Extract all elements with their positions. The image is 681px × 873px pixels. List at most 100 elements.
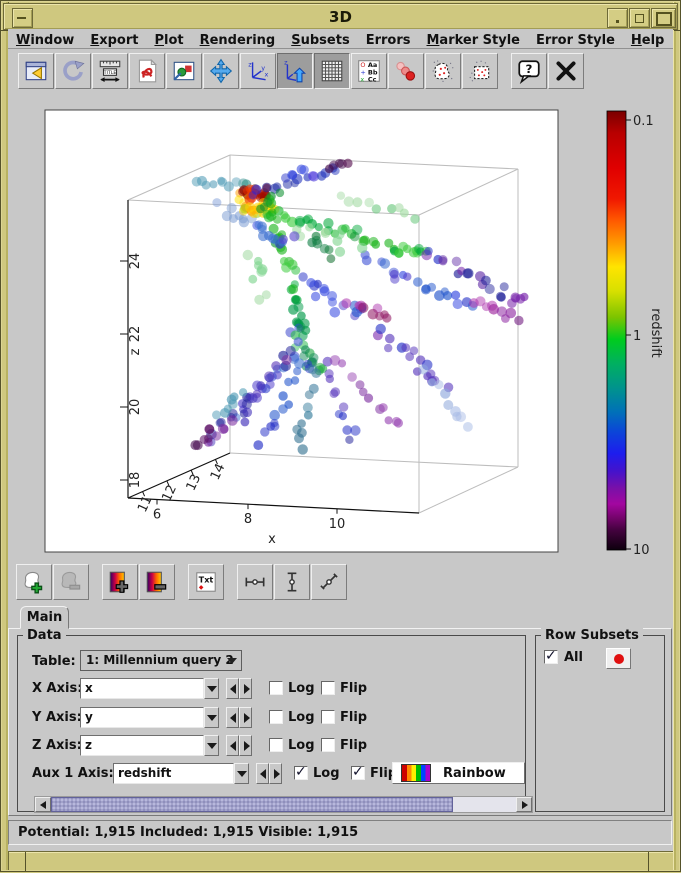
ruler-title-icon: TITLE (97, 58, 123, 84)
aux1-axis-flip-checkbox[interactable] (351, 766, 365, 780)
plot-panel: 6810x18202224z111213140.1110redshift (8, 95, 673, 560)
menu-plot[interactable]: Plot (146, 32, 191, 48)
z-errors-button[interactable] (311, 564, 347, 600)
blob-subset-button[interactable] (425, 53, 461, 89)
rescale-axes-icon: zyx (245, 58, 271, 84)
x-axis-flip-checkbox[interactable] (321, 681, 335, 695)
help-icon: ? (516, 58, 542, 84)
grid-button[interactable] (314, 53, 350, 89)
menu-marker-style[interactable]: Marker Style (418, 32, 528, 48)
x-axis-label: X Axis: (32, 681, 82, 696)
x-axis-title: x (268, 532, 276, 547)
arrow-left-icon (230, 741, 236, 751)
aux1-axis-combo[interactable]: redshift (113, 763, 234, 784)
resize-notch-bottom-right (648, 852, 649, 871)
x-axis-combo[interactable]: x (80, 678, 204, 699)
export-pdf-button[interactable] (129, 53, 165, 89)
arrow-right-icon (244, 713, 250, 723)
subset-marker-button[interactable] (606, 648, 631, 669)
chevron-down-icon (207, 715, 217, 721)
menu-help[interactable]: Help (623, 32, 672, 48)
data-group: Data Table: 1: Millennium query 2 X Axis… (17, 635, 526, 812)
txt-labels-icon: Txt (193, 569, 219, 595)
fog-button[interactable] (388, 53, 424, 89)
y-axis-combo-arrow[interactable] (204, 707, 219, 728)
aux1-axis-next-button[interactable] (269, 763, 282, 784)
arrow-left-icon (230, 684, 236, 694)
menu-window[interactable]: Window (8, 32, 82, 48)
z-axis-flip-checkbox[interactable] (321, 738, 335, 752)
3d-plot-canvas[interactable]: 6810x18202224z111213140.1110redshift (8, 95, 673, 560)
aux-shader-combo[interactable]: Rainbow (392, 762, 525, 784)
region-subset-icon (467, 58, 493, 84)
titlebar[interactable]: 3D (3, 3, 678, 30)
y-axis-flip-checkbox[interactable] (321, 710, 335, 724)
aux1-axis-combo-arrow[interactable] (234, 763, 249, 784)
split-window-button[interactable] (18, 53, 54, 89)
blob-subset-icon (430, 58, 456, 84)
aux1-axis-prev-button[interactable] (256, 763, 269, 784)
system-menu-button[interactable] (12, 8, 33, 28)
aux1-axis-log-checkbox[interactable] (294, 766, 308, 780)
window-border-bottom[interactable] (0, 851, 681, 873)
y-axis-flip-label: Flip (340, 710, 367, 725)
point-labels-button[interactable]: OAa+BbxCc (351, 53, 387, 89)
rescale-vertical-button[interactable]: z (277, 53, 313, 89)
y-axis-log-checkbox[interactable] (269, 710, 283, 724)
z-axis-flip-label: Flip (340, 738, 367, 753)
y-axis-label: Y Axis: (32, 710, 82, 725)
y-axis-prev-button[interactable] (226, 707, 239, 728)
maximize-button[interactable] (629, 8, 650, 28)
menu-rendering[interactable]: Rendering (192, 32, 284, 48)
x-axis-next-button[interactable] (239, 678, 252, 699)
table-label: Table: (32, 654, 76, 669)
region-subset-button[interactable] (462, 53, 498, 89)
ruler-title-button[interactable]: TITLE (92, 53, 128, 89)
txt-labels-button[interactable]: Txt (188, 564, 224, 600)
z-axis-log-checkbox[interactable] (269, 738, 283, 752)
x-axis-prev-button[interactable] (226, 678, 239, 699)
arrow-right-icon (244, 684, 250, 694)
x-axis-combo-arrow[interactable] (204, 678, 219, 699)
add-aux-axis-icon (107, 569, 133, 595)
y-axis-combo[interactable]: y (80, 707, 204, 728)
menu-subsets[interactable]: Subsets (283, 32, 357, 48)
subset-all-checkbox[interactable] (544, 650, 558, 664)
iconify-button[interactable] (607, 8, 628, 28)
scroll-right-button[interactable] (516, 797, 532, 812)
rescale-axes-button[interactable]: zyx (240, 53, 276, 89)
y-errors-button[interactable] (274, 564, 310, 600)
add-aux-axis-button[interactable] (102, 564, 138, 600)
tab-main[interactable]: Main (20, 606, 69, 629)
export-pdf-icon (134, 58, 160, 84)
scrollbar-thumb[interactable] (51, 797, 453, 812)
menu-errors[interactable]: Errors (358, 32, 419, 48)
z-axis-combo[interactable]: z (80, 735, 204, 756)
close-button[interactable] (651, 8, 676, 28)
arrow-right-icon (244, 741, 250, 751)
z-axis-next-button[interactable] (239, 735, 252, 756)
z-axis-prev-button[interactable] (226, 735, 239, 756)
pan-button[interactable] (203, 53, 239, 89)
remove-aux-axis-button[interactable] (139, 564, 175, 600)
chevron-down-icon (207, 686, 217, 692)
menu-export[interactable]: Export (82, 32, 146, 48)
remove-aux-axis-icon (144, 569, 170, 595)
x-axis-log-checkbox[interactable] (269, 681, 283, 695)
scroll-left-button[interactable] (35, 797, 51, 812)
z-axis-combo-arrow[interactable] (204, 735, 219, 756)
x-errors-button[interactable] (237, 564, 273, 600)
chevron-down-icon (237, 771, 247, 777)
remove-subset-icon (58, 569, 84, 595)
table-combo[interactable]: 1: Millennium query 2 (80, 650, 242, 671)
menu-error-style[interactable]: Error Style (528, 32, 623, 48)
y-axis-next-button[interactable] (239, 707, 252, 728)
replot-button[interactable] (55, 53, 91, 89)
secondary-toolbar: Txt (8, 560, 673, 602)
window-border-right[interactable] (673, 0, 681, 872)
close-window-button[interactable] (548, 53, 584, 89)
add-subset-button[interactable] (16, 564, 52, 600)
export-image-button[interactable] (166, 53, 202, 89)
data-horizontal-scrollbar[interactable] (34, 796, 533, 813)
help-button[interactable]: ? (511, 53, 547, 89)
